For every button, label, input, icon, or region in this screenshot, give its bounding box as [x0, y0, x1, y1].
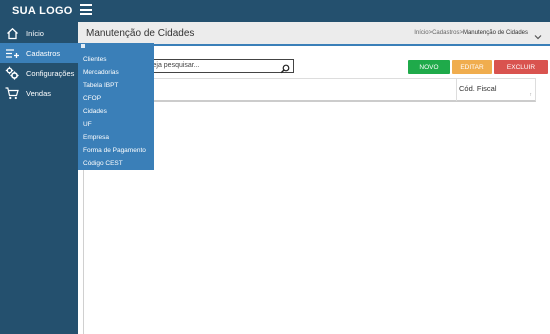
sidebar: Início Cadastros Configurações Vendas: [0, 22, 78, 334]
sidebar-item-label: Configurações: [26, 68, 75, 78]
top-bar: SUA LOGO: [0, 0, 550, 22]
sidebar-item-label: Vendas: [26, 88, 52, 98]
sidebar-item-label: Início: [26, 28, 44, 38]
menu-item-cfop[interactable]: CFOP: [83, 95, 101, 102]
column-divider: [456, 79, 457, 101]
menu-toggle-icon[interactable]: [80, 4, 92, 15]
cart-icon: [5, 86, 19, 100]
breadcrumb-path[interactable]: Início>Cadastros>: [414, 30, 463, 36]
search-icon[interactable]: [280, 61, 290, 79]
sidebar-item-cadastros[interactable]: Cadastros: [0, 43, 78, 63]
edit-button[interactable]: EDITAR: [452, 60, 492, 74]
menu-item-uf[interactable]: UF: [83, 121, 92, 128]
breadcrumb: Início>Cadastros>Manutenção de Cidades: [414, 30, 528, 36]
search-placeholder: seja pesquisar...: [149, 62, 200, 69]
sort-icon[interactable]: ↑: [530, 92, 533, 98]
delete-button[interactable]: EXCLUIR: [494, 60, 548, 74]
menu-item-forma-pagamento[interactable]: Forma de Pagamento: [83, 147, 146, 154]
menu-item-empresa[interactable]: Empresa: [83, 134, 109, 141]
home-icon: [5, 26, 19, 40]
new-button[interactable]: NOVO: [408, 60, 450, 74]
sidebar-item-label: Cadastros: [26, 48, 61, 58]
cadastros-dropdown-menu: Clientes Mercadorias Tabela IBPT CFOP Ci…: [78, 43, 154, 170]
logo: SUA LOGO: [12, 5, 73, 17]
menu-item-codigo-cest[interactable]: Código CEST: [83, 160, 123, 167]
column-header-cod-fiscal[interactable]: Cód. Fiscal: [459, 84, 497, 93]
sidebar-item-vendas[interactable]: Vendas: [0, 83, 78, 103]
gears-icon: [5, 66, 19, 80]
menu-item-clientes[interactable]: Clientes: [83, 56, 106, 63]
page-title: Manutenção de Cidades: [86, 28, 195, 39]
sidebar-item-configuracoes[interactable]: Configurações: [0, 63, 78, 83]
menu-item-cidades[interactable]: Cidades: [83, 108, 107, 115]
menu-item-tabela-ibpt[interactable]: Tabela IBPT: [83, 82, 118, 89]
menu-pointer: [81, 44, 85, 48]
chevron-down-icon[interactable]: [534, 28, 542, 46]
search-input[interactable]: seja pesquisar...: [136, 59, 294, 74]
cities-table: Cód. Fiscal ↑: [88, 78, 536, 102]
menu-item-mercadorias[interactable]: Mercadorias: [83, 69, 119, 76]
sidebar-item-inicio[interactable]: Início: [0, 23, 78, 43]
breadcrumb-current: Manutenção de Cidades: [462, 30, 528, 36]
add-list-icon: [5, 46, 19, 60]
